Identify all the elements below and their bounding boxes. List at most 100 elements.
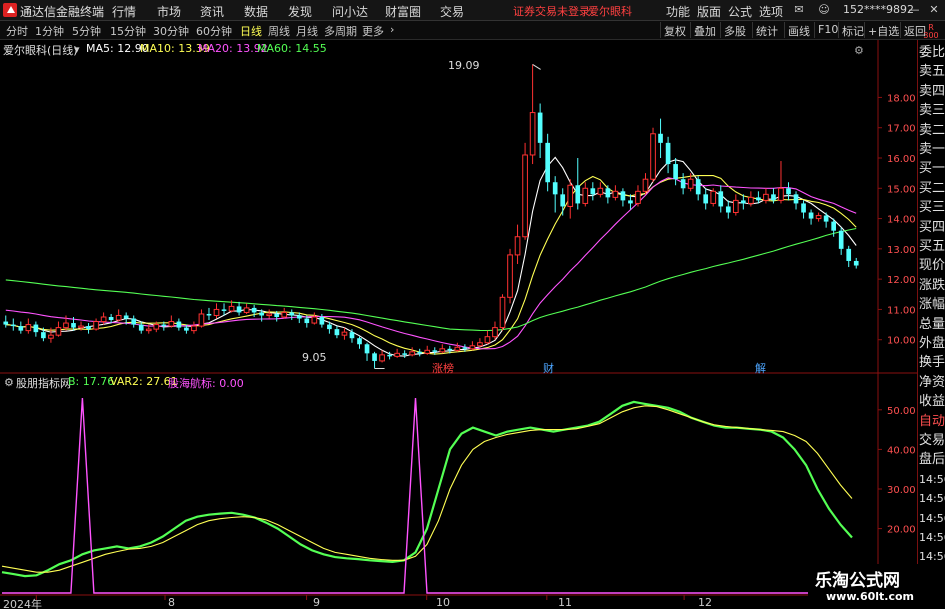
candle-body — [650, 133, 656, 180]
btn-duogu[interactable]: 多股 — [720, 22, 749, 38]
side-item[interactable]: 交易 — [919, 431, 945, 450]
side-item[interactable]: 现价 — [919, 256, 945, 275]
candle-body — [658, 133, 663, 143]
menu-xuanxiang[interactable]: 选项 — [759, 3, 783, 20]
menu-zixun[interactable]: 资讯 — [200, 3, 224, 20]
chart-area[interactable]: 10.00 11.00 12.00 13.00 14.00 15.00 16.00 17.00… — [0, 40, 945, 609]
period-more[interactable]: 更多 — [362, 23, 384, 39]
period-15min[interactable]: 15分钟 — [110, 23, 146, 39]
mail-icon[interactable]: ✉ — [792, 2, 806, 17]
side-item[interactable]: 卖四 — [919, 82, 945, 101]
period-daily[interactable]: 日线 — [240, 23, 262, 39]
candle-body — [357, 338, 362, 345]
trade-login-notice[interactable]: 证券交易未登录 — [513, 3, 590, 19]
period-fenshi[interactable]: 分时 — [6, 23, 28, 39]
candle-body — [710, 190, 717, 204]
candle-body — [567, 184, 574, 207]
period-60min[interactable]: 60分钟 — [196, 23, 232, 39]
chevron-right-icon[interactable]: › — [390, 23, 394, 36]
account-id[interactable]: 152****9892 — [843, 3, 914, 16]
period-weekly[interactable]: 周线 — [268, 23, 290, 39]
candle-body — [327, 324, 332, 330]
side-item[interactable]: 涨幅 — [919, 295, 945, 314]
menu-wenxiaoda[interactable]: 问小达 — [332, 3, 368, 20]
period-monthly[interactable]: 月线 — [296, 23, 318, 39]
x-axis-label: 8 — [168, 596, 175, 609]
event-jie[interactable]: 解 — [755, 360, 766, 376]
candle-body — [582, 187, 589, 204]
event-cai[interactable]: 财 — [543, 360, 554, 376]
side-item[interactable]: 委比 — [919, 43, 945, 62]
side-item[interactable]: 总量 — [919, 315, 945, 334]
period-30min[interactable]: 30分钟 — [153, 23, 189, 39]
side-item[interactable]: 卖三 — [919, 101, 945, 120]
settings-gear-icon[interactable]: ⚙ — [854, 44, 864, 57]
side-item[interactable]: 14:56 — [919, 489, 945, 508]
side-item[interactable]: 换手 — [919, 353, 945, 372]
menu-gongshi[interactable]: 公式 — [728, 3, 752, 20]
subpanel-gear-icon[interactable]: ⚙ — [4, 376, 14, 389]
menu-caifuquan[interactable]: 财富圈 — [385, 3, 421, 20]
period-toolbar: 分时 1分钟 5分钟 15分钟 30分钟 60分钟 日线 周线 月线 多周期 更… — [0, 21, 945, 40]
menu-shichang[interactable]: 市场 — [157, 3, 181, 20]
side-item[interactable]: 收益 — [919, 392, 945, 411]
side-item[interactable]: 涨跌 — [919, 276, 945, 295]
side-item[interactable]: 卖五 — [919, 62, 945, 81]
candle-body — [319, 317, 325, 325]
menu-shuju[interactable]: 数据 — [244, 3, 268, 20]
minimize-icon[interactable]: — — [907, 2, 921, 17]
side-item[interactable]: 盘后 — [919, 450, 945, 469]
event-zhangbang[interactable]: 涨榜 — [432, 360, 454, 376]
close-icon[interactable]: ✕ — [927, 2, 941, 17]
candle-body — [537, 112, 543, 143]
candle-body — [605, 188, 611, 198]
side-item[interactable]: 14:56 — [919, 509, 945, 528]
side-item[interactable]: 买五 — [919, 237, 945, 256]
candle-body — [454, 346, 461, 351]
side-item[interactable]: 买三 — [919, 198, 945, 217]
side-item[interactable]: 买四 — [919, 218, 945, 237]
user-icon[interactable]: ☺ — [817, 2, 831, 17]
menu-jiaoyi[interactable]: 交易 — [440, 3, 464, 20]
candle-body — [304, 318, 310, 324]
candle-body — [86, 326, 91, 330]
menu-gongneng[interactable]: 功能 — [666, 3, 690, 20]
side-item[interactable]: 卖二 — [919, 121, 945, 140]
candle-body — [635, 190, 641, 204]
side-item[interactable]: 买二 — [919, 179, 945, 198]
candle-body — [529, 112, 536, 156]
chevron-down-icon[interactable]: ▾ — [74, 43, 80, 56]
btn-biaoji[interactable]: 标记 — [838, 22, 867, 38]
btn-huaxian[interactable]: 画线 — [784, 22, 813, 38]
period-1min[interactable]: 1分钟 — [35, 23, 64, 39]
menu-hangqing[interactable]: 行情 — [112, 3, 136, 20]
menu-banmian[interactable]: 版面 — [697, 3, 721, 20]
sub-panel-title: 股朋指标网 — [16, 377, 71, 390]
side-item[interactable]: 卖一 — [919, 140, 945, 159]
candle-body — [432, 350, 438, 352]
btn-fuquan[interactable]: 复权 — [660, 22, 689, 38]
candle-body — [387, 354, 392, 357]
stock-chart[interactable]: 10.00 11.00 12.00 13.00 14.00 15.00 16.00 17.00… — [0, 40, 917, 609]
btn-zixuan[interactable]: +自选 — [864, 22, 902, 38]
period-multi[interactable]: 多周期 — [324, 23, 357, 39]
candle-body — [289, 312, 295, 316]
candle-body — [274, 313, 280, 317]
candle-body — [808, 212, 814, 219]
btn-diejia[interactable]: 叠加 — [690, 22, 719, 38]
btn-tongji[interactable]: 统计 — [752, 22, 781, 38]
side-item[interactable]: 自动 — [919, 412, 945, 431]
period-5min[interactable]: 5分钟 — [72, 23, 101, 39]
side-item[interactable]: 净资 — [919, 373, 945, 392]
candle-body — [145, 328, 152, 332]
candle-body — [123, 315, 129, 319]
menu-faxian[interactable]: 发现 — [288, 3, 312, 20]
side-item[interactable]: 14:56 — [919, 528, 945, 547]
side-item[interactable]: 外盘 — [919, 334, 945, 353]
candle-body — [349, 332, 355, 339]
side-item[interactable]: 14:56 — [919, 470, 945, 489]
candle-body — [213, 308, 220, 316]
side-item[interactable]: 买一 — [919, 159, 945, 178]
candle-body — [78, 325, 84, 329]
candle-body — [846, 248, 852, 261]
